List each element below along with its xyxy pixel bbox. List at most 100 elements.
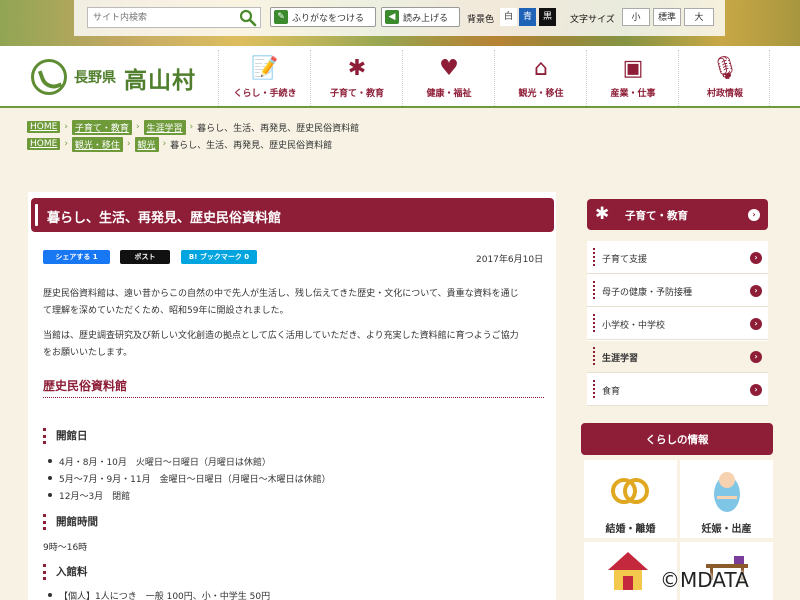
speaker-icon: ◀ [385, 10, 399, 24]
readaloud-button[interactable]: ◀ 読み上げる [381, 7, 460, 27]
nav-kurashi[interactable]: 📝 くらし・手続き [218, 50, 310, 106]
nav-label: 産業・仕事 [610, 89, 656, 99]
font-small-button[interactable]: 小 [622, 8, 650, 26]
breadcrumb: HOME › 観光・移住 › 観光 › 暮らし、生活、再発見、歴史民俗資料館 [27, 136, 333, 152]
chevron-right-icon: › [750, 252, 762, 264]
sidebar-item-label: 母子の健康・予防接種 [592, 281, 692, 299]
rings-icon [611, 478, 649, 504]
subheading-open-days: 開館日 [43, 428, 88, 444]
house-icon [608, 552, 648, 590]
sidebar-item[interactable]: 子育て支援 › [587, 242, 768, 274]
kurashi-heading: くらしの情報 [581, 423, 773, 455]
bg-color-label: 背景色 [467, 15, 495, 25]
sidebar-item-label: 食育 [592, 380, 620, 398]
hatena-bookmark-button[interactable]: B! ブックマーク 0 [181, 250, 257, 264]
font-normal-button[interactable]: 標準 [653, 8, 681, 26]
tile-pregnancy[interactable]: 妊娠・出産 [680, 460, 773, 538]
briefcase-icon: ▣ [622, 56, 644, 81]
section-divider [43, 397, 544, 398]
child-icon: ✱ [595, 204, 610, 224]
breadcrumb-current: 暮らし、生活、再発見、歴史民俗資料館 [170, 140, 333, 151]
page-title: 暮らし、生活、再発見、歴史民俗資料館 [47, 211, 282, 226]
nav-label: 子育て・教育 [329, 89, 384, 99]
search-box [87, 7, 261, 28]
nav-sangyo[interactable]: ▣ 産業・仕事 [586, 50, 678, 106]
breadcrumb-link[interactable]: 観光・移住 [71, 136, 123, 152]
furigana-button[interactable]: ✎ ふりがなをつける [270, 7, 376, 27]
second-paragraph-line: 当館は、歴史調査研究及び新しい文化創造の拠点として広く活用していただき、より充実… [43, 331, 519, 341]
subheading-hours: 開館時間 [43, 514, 98, 530]
furigana-icon: ✎ [274, 10, 288, 24]
list-item: 5月～7月・9月・11月 金曜日～日曜日（月曜日～木曜日は休館） [48, 472, 331, 485]
sidebar-item-label: 小学校・中学校 [592, 314, 665, 332]
chevron-right-icon: › [750, 285, 762, 297]
list-item: 【個人】1人につき 一般 100円、小・中学生 50円 [47, 589, 270, 600]
nav-kenko[interactable]: ♥ 健康・福祉 [402, 50, 494, 106]
section-heading: 歴史民俗資料館 [43, 379, 128, 393]
list-item: 4月・8月・10月 火曜日～日曜日（月曜日は休館） [48, 455, 271, 468]
sidebar-item-active[interactable]: 生涯学習 › [587, 341, 768, 373]
nav-label: 観光・移住 [518, 89, 564, 99]
page-title-bar: 暮らし、生活、再発見、歴史民俗資料館 [31, 198, 554, 232]
breadcrumb-link[interactable]: HOME [27, 138, 61, 150]
intro-paragraph-line: て理解を深めていただくため、昭和59年に開設されました。 [43, 306, 289, 316]
sidebar-heading[interactable]: ✱ 子育て・教育 › [587, 199, 768, 230]
intro-paragraph-line: 歴史民俗資料館は、遠い昔からこの自然の中で先人が生活し、残し伝えてきた歴史・文化… [43, 289, 519, 299]
search-icon[interactable] [239, 9, 257, 27]
baby-icon [714, 472, 740, 512]
facebook-share-button[interactable]: シェアする 1 [43, 250, 110, 264]
breadcrumb: HOME › 子育て・教育 › 生涯学習 › 暮らし、生活、再発見、歴史民俗資料館 [27, 119, 360, 135]
chevron-right-icon: › [748, 209, 760, 221]
list-item: 12月～3月 閉館 [47, 489, 130, 502]
sidebar-heading-label: 子育て・教育 [625, 210, 688, 222]
sidebar-item-label: 生涯学習 [592, 347, 638, 365]
nav-kosodate[interactable]: ✱ 子育て・教育 [310, 50, 402, 106]
bg-black-button[interactable]: 黒 [539, 8, 556, 26]
logo-icon[interactable] [31, 59, 67, 95]
breadcrumb-link[interactable]: 子育て・教育 [71, 119, 132, 135]
sidebar-item[interactable]: 母子の健康・予防接種 › [587, 275, 768, 307]
font-size-label: 文字サイズ [570, 15, 615, 25]
tile-label: 結婚・離婚 [605, 524, 656, 535]
heart-hand-icon: ♥ [439, 56, 459, 81]
nav-sonsei[interactable]: 🎙 村政情報 [678, 50, 770, 106]
breadcrumb-separator: › [189, 122, 194, 132]
child-icon: ✱ [347, 56, 367, 81]
sidebar-item-label: 子育て支援 [592, 248, 647, 266]
microphone-icon: 🎙 [711, 56, 739, 81]
breadcrumb-separator: › [64, 122, 68, 132]
breadcrumb-current: 暮らし、生活、再発見、歴史民俗資料館 [197, 123, 360, 134]
search-input[interactable] [93, 10, 233, 26]
bg-blue-button[interactable]: 青 [519, 8, 536, 26]
font-large-button[interactable]: 大 [684, 8, 714, 26]
breadcrumb-separator: › [64, 139, 68, 149]
bg-white-button[interactable]: 白 [500, 8, 517, 26]
hours-text: 9時～16時 [43, 543, 88, 553]
logo-village[interactable]: 高山村 [124, 61, 196, 95]
second-paragraph-line: をお願いいたします。 [43, 348, 133, 358]
breadcrumb-separator: › [126, 139, 131, 149]
kurashi-heading-label: くらしの情報 [645, 434, 709, 446]
nav-label: くらし・手続き [233, 89, 297, 99]
breadcrumb-link[interactable]: 生涯学習 [143, 119, 186, 135]
sidebar-item[interactable]: 小学校・中学校 › [587, 308, 768, 340]
subheading-fee: 入館料 [43, 564, 88, 580]
watermark: ©MDATA [660, 568, 749, 592]
document-pen-icon: 📝 [251, 56, 279, 81]
logo-prefecture[interactable]: 長野県 [74, 67, 116, 87]
nav-label: 健康・福祉 [426, 89, 472, 99]
breadcrumb-separator: › [135, 122, 140, 132]
furigana-label: ふりがなをつける [292, 13, 365, 24]
nav-kanko[interactable]: ⌂ 観光・移住 [494, 50, 586, 106]
breadcrumb-link[interactable]: HOME [27, 121, 61, 133]
x-post-button[interactable]: ポスト [120, 250, 170, 264]
tile-marriage[interactable]: 結婚・離婚 [584, 460, 677, 538]
breadcrumb-link[interactable]: 観光 [134, 136, 159, 152]
house-icon: ⌂ [534, 56, 548, 81]
breadcrumb-area [0, 110, 800, 160]
readaloud-label: 読み上げる [403, 13, 449, 24]
sidebar-item[interactable]: 食育 › [587, 374, 768, 406]
chevron-right-icon: › [750, 384, 762, 396]
breadcrumb-separator: › [162, 139, 167, 149]
chevron-right-icon: › [750, 351, 762, 363]
